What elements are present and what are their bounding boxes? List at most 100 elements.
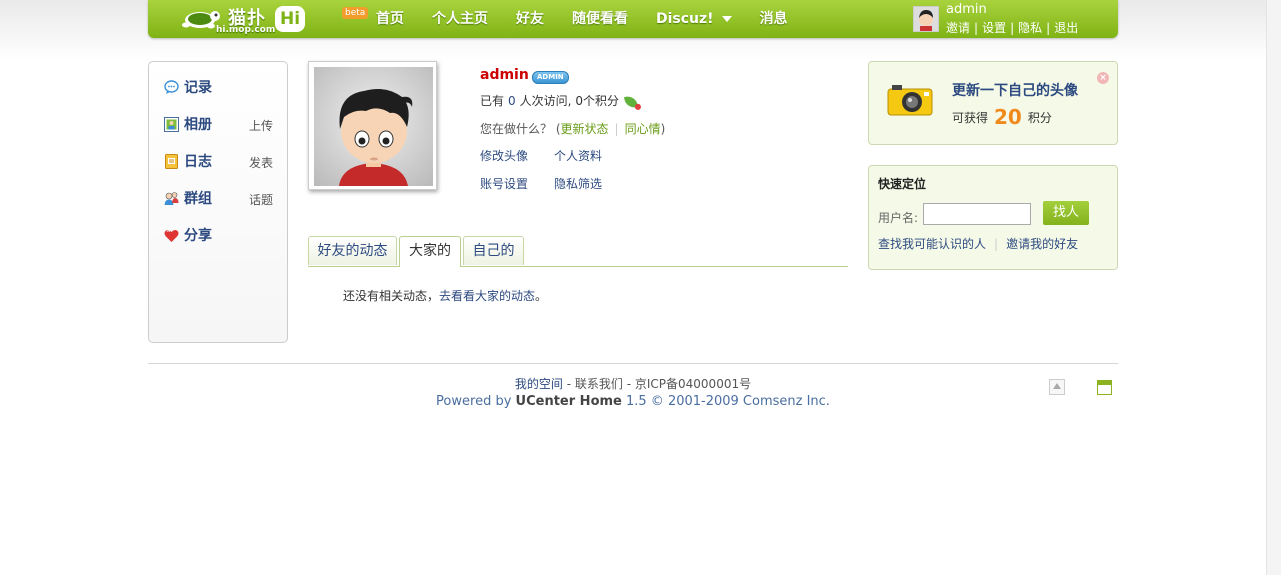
empty-feed-message: 还没有相关动态，去看看大家的动态。	[343, 287, 547, 304]
promo-points: 20	[994, 105, 1022, 129]
privacy-link[interactable]: 隐私	[1018, 21, 1042, 35]
logo-domain: hi.mop.com	[216, 25, 276, 35]
beta-badge: beta	[342, 7, 369, 19]
username-input[interactable]	[923, 203, 1031, 225]
points-count: 0	[575, 94, 583, 108]
status-prompt: 您在做什么？ (更新状态 | 同心情)	[480, 120, 665, 137]
admin-badge: ADMIN	[532, 71, 569, 84]
logo-hi-bubble: Hi	[275, 6, 305, 32]
top-nav-bar: 猫扑 hi.mop.com Hi beta 首页 个人主页 好友 随便看看 Di…	[148, 0, 1118, 38]
nav-browse[interactable]: 随便看看	[572, 0, 628, 38]
locate-title: 快速定位	[878, 177, 927, 191]
vertical-scrollbar[interactable]	[1266, 0, 1281, 575]
my-space-link[interactable]: 我的空间	[515, 377, 563, 391]
sidebar-item-album[interactable]: 相册 上传	[164, 115, 279, 135]
nav-home[interactable]: 首页	[376, 0, 404, 38]
promo-title[interactable]: 更新一下自己的头像	[952, 80, 1078, 100]
nav-friends[interactable]: 好友	[516, 0, 544, 38]
user-links: 邀请 | 设置 | 隐私 | 退出	[946, 19, 1078, 36]
separator: |	[1010, 21, 1015, 35]
find-user-button[interactable]: 找人	[1043, 201, 1089, 225]
visits-prefix: 已有	[480, 94, 505, 108]
invite-friends-link[interactable]: 邀请我的好友	[1006, 237, 1078, 251]
speech-bubble-icon	[164, 80, 179, 94]
heart-icon	[164, 229, 179, 242]
profile-details-link[interactable]: 个人资料	[554, 147, 602, 164]
photo-icon	[164, 117, 179, 132]
sidebar-item-blog[interactable]: 日志 发表	[164, 152, 279, 172]
powered-by: Powered by UCenter Home 1.5 © 2001-2009 …	[0, 394, 1266, 409]
nav-messages[interactable]: 消息	[760, 0, 788, 38]
separator: |	[1046, 21, 1051, 35]
update-status-link[interactable]: 更新状态	[561, 122, 609, 136]
logout-link[interactable]: 退出	[1054, 21, 1078, 35]
left-sidebar: 记录 相册 上传 日志 发表 群组 话题 分享	[148, 61, 288, 343]
view-all-feed-link[interactable]: 去看看大家的动态	[439, 289, 535, 303]
camera-icon	[887, 85, 933, 116]
find-known-people-link[interactable]: 查找我可能认识的人	[878, 237, 986, 251]
privacy-filter-link[interactable]: 隐私筛选	[554, 175, 602, 192]
account-settings-link[interactable]: 账号设置	[480, 175, 528, 192]
window-toggle-icon[interactable]	[1097, 380, 1112, 395]
visits-count[interactable]: 0	[508, 94, 516, 108]
back-to-top-icon[interactable]	[1049, 379, 1065, 395]
post-link[interactable]: 发表	[249, 154, 273, 172]
product-name[interactable]: UCenter Home	[516, 394, 622, 409]
avatar-cartoon-icon	[339, 89, 413, 186]
doing-prompt: 您在做什么？	[480, 122, 553, 136]
topic-link[interactable]: 话题	[249, 191, 273, 209]
avatar-promo-box: 更新一下自己的头像 可获得 20 积分 ×	[868, 61, 1118, 145]
group-icon	[164, 192, 179, 205]
main-nav: 首页 个人主页 好友 随便看看 Discuz! 消息	[376, 0, 816, 38]
empathy-link[interactable]: 同心情	[625, 122, 661, 136]
edit-avatar-link[interactable]: 修改头像	[480, 147, 528, 164]
sidebar-item-records[interactable]: 记录	[164, 78, 279, 98]
quick-locate-box: 快速定位 用户名: 找人 查找我可能认识的人 | 邀请我的好友	[868, 165, 1118, 270]
chevron-down-icon[interactable]	[721, 16, 732, 22]
separator: |	[994, 237, 999, 251]
invite-link[interactable]: 邀请	[946, 21, 970, 35]
separator: |	[974, 21, 979, 35]
promo-sub-suffix: 积分	[1027, 111, 1052, 125]
nav-profile[interactable]: 个人主页	[432, 0, 488, 38]
footer-links: 我的空间 - 联系我们 - 京ICP备04000001号	[0, 375, 1266, 392]
user-avatar[interactable]	[913, 6, 939, 32]
sidebar-item-label: 日志	[184, 154, 212, 170]
empty-feed-end: 。	[535, 289, 548, 303]
points-leaf-icon	[624, 94, 638, 109]
locate-links: 查找我可能认识的人 | 邀请我的好友	[878, 235, 1078, 252]
avatar-icon	[914, 7, 938, 31]
sidebar-item-label: 分享	[184, 228, 212, 244]
journal-icon	[165, 154, 178, 169]
contact-link[interactable]: - 联系我们	[567, 377, 623, 391]
paren-close: )	[660, 122, 666, 136]
sidebar-item-groups[interactable]: 群组 话题	[164, 189, 279, 209]
version-copyright: 1.5 © 2001-2009 Comsenz Inc.	[626, 394, 830, 409]
tab-friends-feed[interactable]: 好友的动态	[308, 236, 397, 265]
sidebar-item-share[interactable]: 分享	[164, 226, 279, 246]
upload-link[interactable]: 上传	[249, 117, 273, 135]
footer-divider	[148, 363, 1118, 364]
sidebar-item-label: 记录	[184, 80, 212, 96]
sidebar-item-label: 群组	[184, 191, 212, 207]
icp-text: - 京ICP备04000001号	[626, 377, 752, 391]
nav-discuz[interactable]: Discuz!	[656, 0, 732, 38]
settings-link[interactable]: 设置	[982, 21, 1006, 35]
promo-subtitle: 可获得 20 积分	[952, 105, 1052, 129]
nav-discuz-label: Discuz!	[656, 11, 714, 27]
tab-my-feed[interactable]: 自己的	[463, 236, 524, 265]
username-label: 用户名:	[878, 211, 919, 225]
visit-stats: 已有 0 人次访问, 0个积分	[480, 92, 638, 109]
promo-sub-prefix: 可获得	[952, 111, 989, 125]
close-icon[interactable]: ×	[1097, 72, 1109, 84]
avatar-image	[314, 67, 433, 186]
powered-prefix: Powered by	[436, 394, 512, 409]
sidebar-item-label: 相册	[184, 117, 212, 133]
user-name[interactable]: admin	[946, 2, 987, 17]
points-suffix: 个积分	[582, 94, 619, 108]
profile-avatar[interactable]	[308, 61, 437, 190]
profile-name[interactable]: admin	[480, 67, 529, 83]
separator: |	[614, 122, 619, 136]
visits-middle: 人次访问,	[519, 94, 572, 108]
tab-everyone-feed[interactable]: 大家的	[399, 236, 461, 267]
